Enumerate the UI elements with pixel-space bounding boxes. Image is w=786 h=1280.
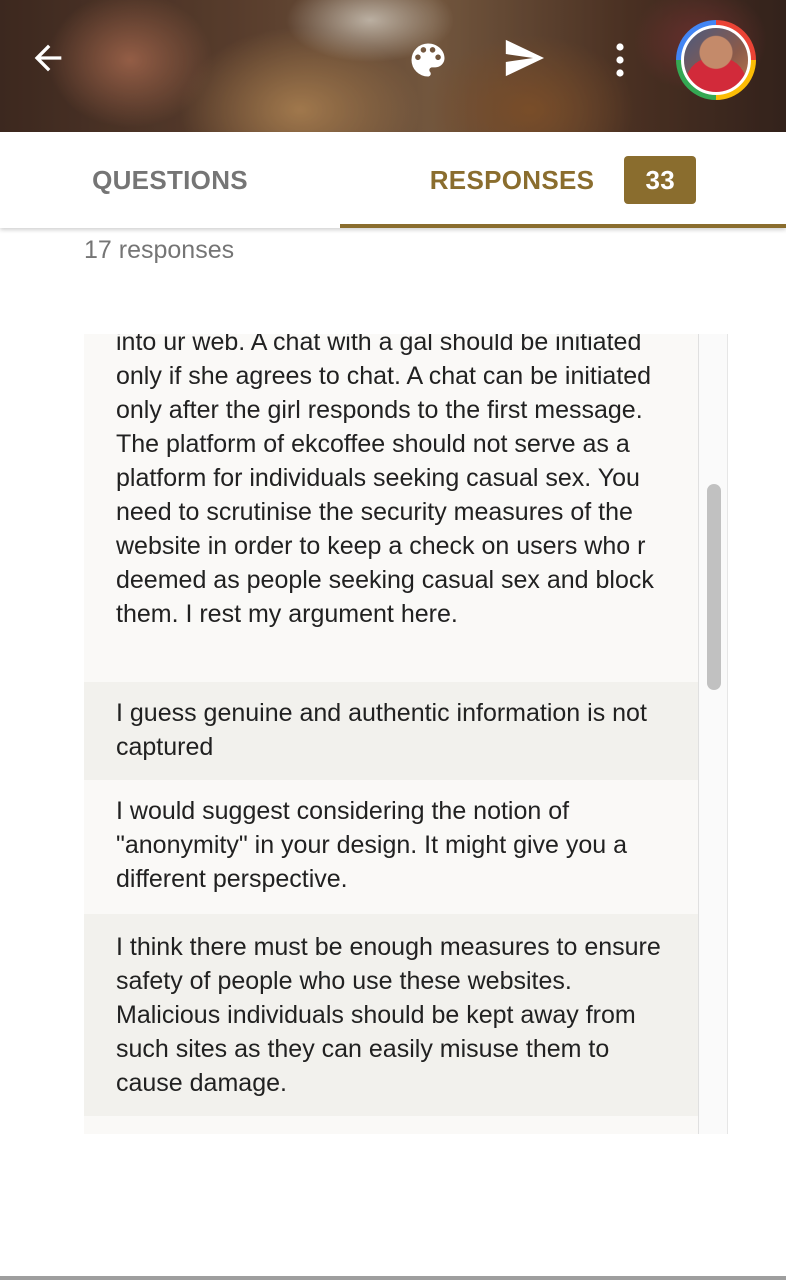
list-item-partial bbox=[84, 1116, 698, 1134]
arrow-left-icon bbox=[34, 44, 62, 72]
list-item: into ur web. A chat with a gal should be… bbox=[84, 334, 698, 682]
send-icon bbox=[505, 39, 544, 77]
account-avatar[interactable] bbox=[676, 20, 756, 100]
avatar-photo bbox=[681, 25, 751, 95]
tab-bar: QUESTIONS RESPONSES 33 bbox=[0, 132, 786, 228]
tab-questions-label: QUESTIONS bbox=[92, 164, 248, 195]
list-item: I think there must be enough measures to… bbox=[84, 914, 698, 1116]
back-button[interactable] bbox=[26, 36, 70, 80]
scrollbar-track[interactable] bbox=[698, 334, 728, 1134]
bottom-divider bbox=[0, 1276, 786, 1280]
header-banner bbox=[0, 0, 786, 132]
tab-responses[interactable]: RESPONSES 33 bbox=[340, 132, 786, 228]
page: QUESTIONS RESPONSES 33 17 responses into… bbox=[0, 0, 786, 1280]
palette-button[interactable] bbox=[404, 38, 452, 82]
scrollbar-thumb[interactable] bbox=[707, 484, 721, 690]
response-count-text: 17 responses bbox=[84, 236, 235, 264]
tab-responses-label: RESPONSES bbox=[429, 164, 595, 195]
responses-list-content: into ur web. A chat with a gal should be… bbox=[84, 334, 698, 1134]
list-item: I guess genuine and authentic informatio… bbox=[84, 682, 698, 780]
tab-questions[interactable]: QUESTIONS bbox=[0, 132, 340, 228]
responses-list[interactable]: into ur web. A chat with a gal should be… bbox=[84, 334, 728, 1134]
palette-icon bbox=[411, 43, 445, 77]
list-item: I would suggest considering the notion o… bbox=[84, 780, 698, 914]
send-button[interactable] bbox=[498, 36, 550, 80]
active-tab-indicator bbox=[340, 224, 786, 228]
responses-count-badge: 33 bbox=[624, 156, 697, 204]
more-vert-icon bbox=[616, 43, 624, 77]
more-options-button[interactable] bbox=[606, 38, 634, 82]
